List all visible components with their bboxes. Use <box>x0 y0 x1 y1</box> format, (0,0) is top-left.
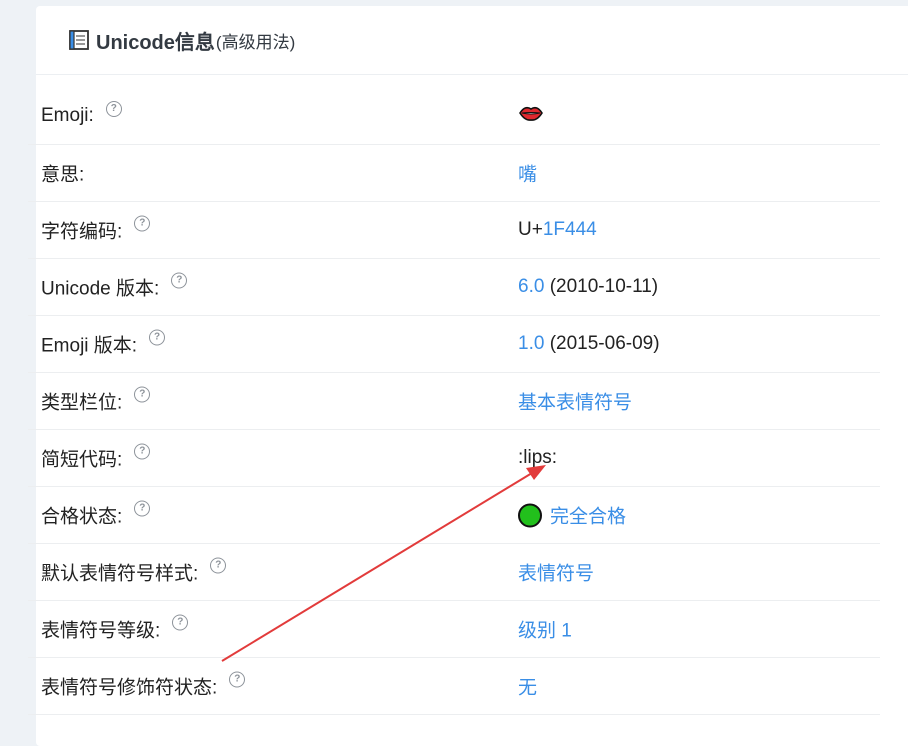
help-icon[interactable]: ? <box>134 443 151 459</box>
help-icon[interactable]: ? <box>210 557 227 573</box>
card-header: Unicode信息 (高级用法) <box>36 6 908 75</box>
help-icon[interactable]: ? <box>134 500 151 516</box>
row-label: 表情符号修饰符状态: <box>41 677 218 699</box>
row-label: 字符编码: <box>41 221 123 243</box>
row-label: 类型栏位: <box>41 392 123 414</box>
codepoint-link[interactable]: 1F444 <box>543 219 597 241</box>
row-label: 意思: <box>41 164 85 186</box>
level-link[interactable]: 级别 1 <box>518 616 572 643</box>
row-modifier: 表情符号修饰符状态:? 无 <box>28 658 880 715</box>
page-left-edge <box>0 0 6 718</box>
status-dot-icon <box>518 503 542 527</box>
row-label: Emoji: <box>41 105 94 126</box>
codepoint-prefix: U+ <box>518 219 543 240</box>
help-icon[interactable]: ? <box>149 329 166 345</box>
book-icon <box>68 29 90 51</box>
row-label: 表情符号等级: <box>41 620 161 642</box>
row-label: 合格状态: <box>41 506 123 528</box>
card-title: Unicode信息 <box>96 31 215 54</box>
card-subtitle: (高级用法) <box>215 32 296 52</box>
row-shortcode: 简短代码:? :lips: <box>28 430 880 487</box>
help-icon[interactable]: ? <box>229 671 246 687</box>
default-style-link[interactable]: 表情符号 <box>518 559 594 586</box>
shortcode-value: :lips: <box>518 447 558 468</box>
help-icon[interactable]: ? <box>105 101 122 117</box>
help-icon[interactable]: ? <box>172 614 189 630</box>
modifier-link[interactable]: 无 <box>518 673 537 700</box>
row-meaning: 意思: 嘴 <box>28 145 880 202</box>
row-codepoint: 字符编码:? U+ 1F444 <box>28 202 880 259</box>
row-default-style: 默认表情符号样式:? 表情符号 <box>28 544 880 601</box>
unicode-version-date: (2010-10-11) <box>544 276 659 297</box>
help-icon[interactable]: ? <box>134 386 151 402</box>
help-icon[interactable]: ? <box>171 272 188 288</box>
row-level: 表情符号等级:? 级别 1 <box>28 601 880 658</box>
row-label: 默认表情符号样式: <box>41 563 199 585</box>
emoji-version-link[interactable]: 1.0 <box>518 333 544 355</box>
row-emoji-version: Emoji 版本:? 1.0 (2015-06-09) <box>28 316 880 373</box>
row-label: Emoji 版本: <box>41 335 138 357</box>
row-label: Unicode 版本: <box>41 278 160 300</box>
emoji-version-date: (2015-06-09) <box>544 333 660 354</box>
unicode-version-link[interactable]: 6.0 <box>518 276 544 298</box>
info-table: Emoji:? 意思: 嘴 字符编码:? U+ 1F444 Unicode 版本:… <box>28 88 880 715</box>
row-category: 类型栏位:? 基本表情符号 <box>28 373 880 430</box>
row-status: 合格状态:? 完全合格 <box>28 487 880 544</box>
meaning-link[interactable]: 嘴 <box>518 160 537 187</box>
row-label: 简短代码: <box>41 449 123 471</box>
row-unicode-version: Unicode 版本:? 6.0 (2010-10-11) <box>28 259 880 316</box>
category-link[interactable]: 基本表情符号 <box>518 388 632 415</box>
row-emoji: Emoji:? <box>28 88 880 145</box>
help-icon[interactable]: ? <box>134 215 151 231</box>
lips-emoji-icon <box>518 103 544 129</box>
status-link[interactable]: 完全合格 <box>550 502 626 529</box>
